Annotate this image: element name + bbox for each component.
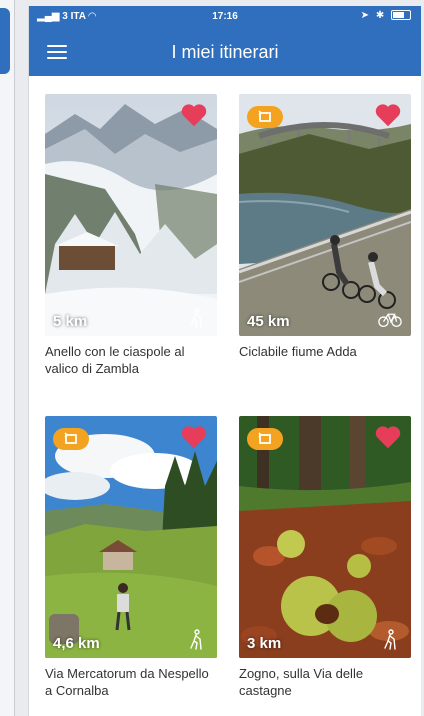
location-icon: ➤ <box>360 10 372 21</box>
hamburger-menu-icon[interactable] <box>47 42 67 60</box>
app-header: I miei itinerari <box>29 28 421 76</box>
itinerary-card[interactable]: 45 km Ciclabile fiume Adda <box>239 94 411 360</box>
loop-route-icon <box>247 106 283 128</box>
distance-label: 4,6 km <box>53 635 100 652</box>
page-title: I miei itinerari <box>171 42 279 62</box>
favorite-heart-icon[interactable] <box>179 422 209 452</box>
itinerary-card[interactable]: 3 km Zogno, sulla Via delle castagne <box>239 416 411 699</box>
itinerary-title: Zogno, sulla Via delle castagne <box>239 666 364 698</box>
hiking-icon <box>384 629 396 650</box>
status-icons: ➤ ✱ <box>361 10 411 21</box>
itinerary-photo: 4,6 km <box>45 416 217 658</box>
itinerary-title: Ciclabile fiume Adda <box>239 344 357 359</box>
favorite-heart-icon[interactable] <box>373 100 403 130</box>
itinerary-title: Anello con le ciaspole al valico di Zamb… <box>45 344 185 376</box>
itinerary-card[interactable]: 5 km Anello con le ciaspole al valico di… <box>45 94 217 377</box>
distance-label: 45 km <box>247 313 290 330</box>
bluetooth-icon: ✱ <box>375 10 387 21</box>
itinerary-title: Via Mercatorum da Nespello a Cornalba <box>45 666 209 698</box>
itinerary-photo: 45 km <box>239 94 411 336</box>
loop-route-icon <box>247 428 283 450</box>
background-app-accent <box>0 8 10 74</box>
status-bar: ▂▄▆ 3 ITA ◠ 17:16 ➤ ✱ <box>29 6 421 28</box>
loop-route-icon <box>53 428 89 450</box>
hiking-icon <box>190 629 202 650</box>
favorite-heart-icon[interactable] <box>179 100 209 130</box>
distance-label: 5 km <box>53 313 88 330</box>
itinerary-photo: 5 km <box>45 94 217 336</box>
distance-label: 3 km <box>247 635 282 652</box>
itinerary-photo: 3 km <box>239 416 411 658</box>
itinerary-card[interactable]: 4,6 km Via Mercatorum da Nespello a Corn… <box>45 416 217 699</box>
battery-icon <box>391 10 411 21</box>
app-screen: ▂▄▆ 3 ITA ◠ 17:16 ➤ ✱ I miei itinerari 5… <box>28 6 421 716</box>
hiking-icon <box>190 307 202 328</box>
background-app-strip <box>0 0 15 716</box>
bicycle-icon <box>378 313 402 328</box>
favorite-heart-icon[interactable] <box>373 422 403 452</box>
